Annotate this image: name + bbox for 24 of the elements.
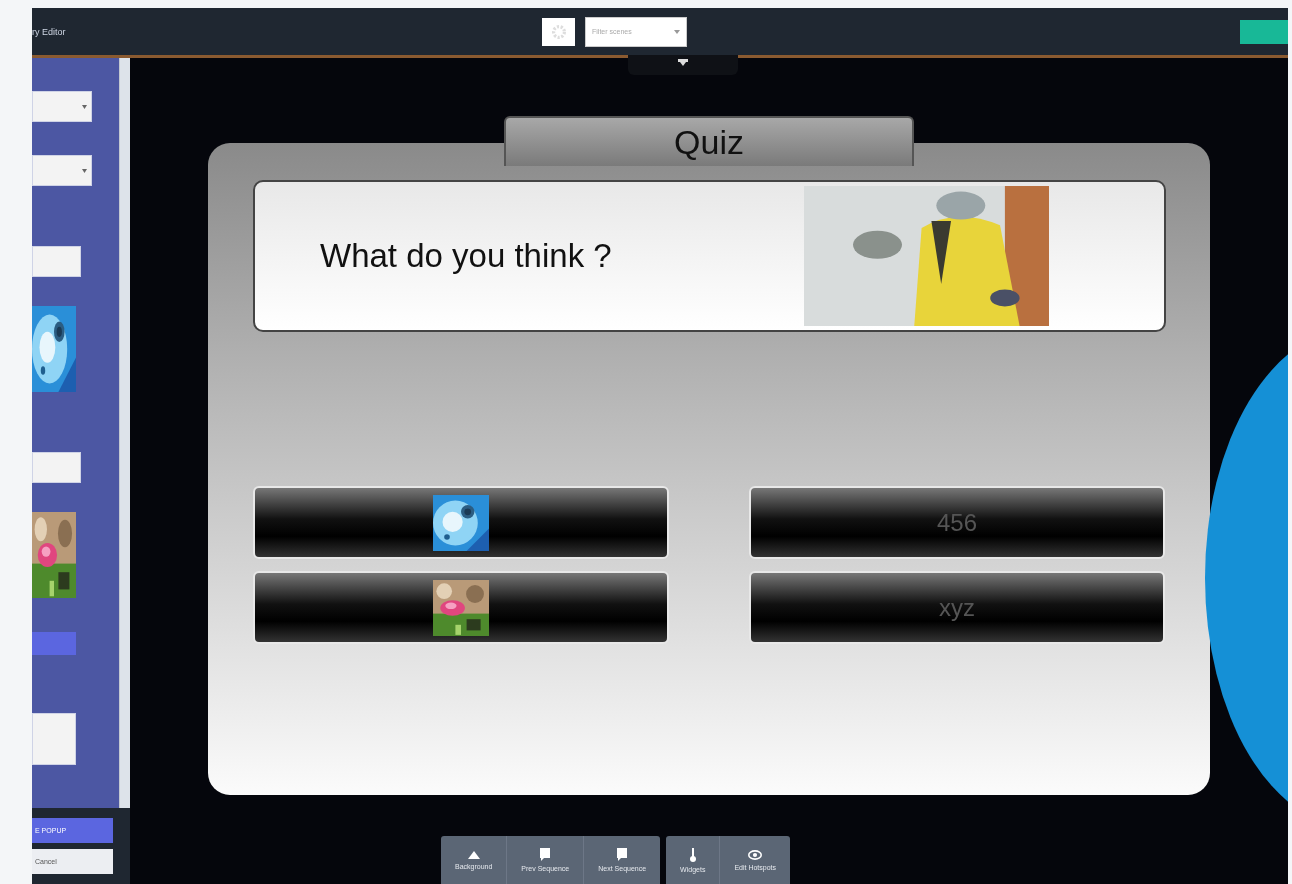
publish-button[interactable] (1240, 19, 1288, 44)
scrollbar[interactable] (119, 58, 130, 808)
dropdown-field[interactable] (32, 155, 92, 186)
settings-button[interactable] (542, 17, 575, 46)
caret-icon (82, 104, 87, 109)
input-field[interactable] (32, 246, 81, 277)
window-title: ry Editor (32, 26, 67, 37)
answer-button[interactable] (253, 571, 669, 644)
text-area[interactable] (32, 713, 76, 765)
caret-icon (82, 168, 87, 173)
thermometer-icon (689, 847, 696, 862)
message-icon (617, 848, 628, 861)
caret-icon (674, 29, 680, 34)
quiz-title: Quiz (504, 116, 914, 166)
mountain-icon (467, 850, 480, 859)
message-icon (540, 848, 551, 861)
answer-button[interactable] (253, 486, 669, 559)
question-text: What do you think ? (320, 237, 613, 275)
input-field[interactable] (32, 452, 81, 483)
upload-button[interactable] (32, 632, 76, 655)
settings-icon (551, 24, 566, 39)
collapse-icon[interactable] (678, 59, 688, 67)
eye-icon (748, 849, 763, 860)
dropdown-field[interactable] (32, 91, 92, 122)
